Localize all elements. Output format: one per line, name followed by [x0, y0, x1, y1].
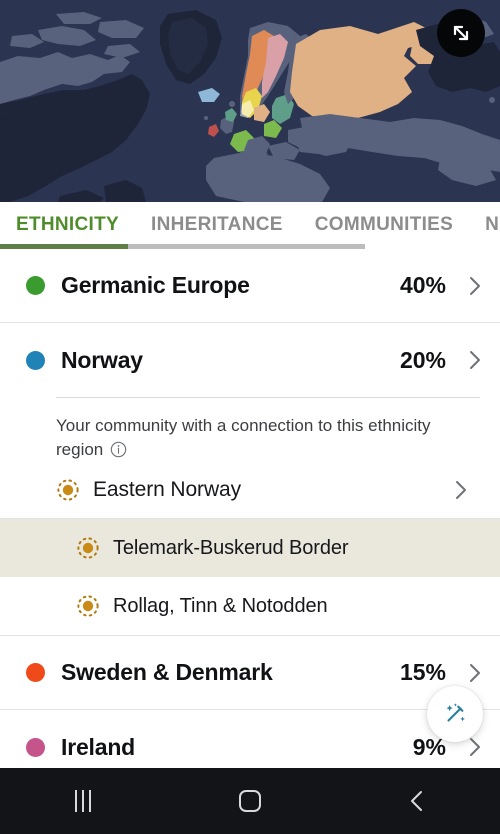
expand-map-button[interactable]	[437, 9, 485, 57]
tab-communities[interactable]: COMMUNITIES	[315, 202, 453, 247]
ethnicity-color-dot	[26, 350, 45, 370]
chevron-right-icon	[470, 276, 480, 295]
tab-scroll-thumb[interactable]	[0, 244, 128, 249]
ethnicity-list: Germanic Europe 40% Norway 20% Your comm…	[0, 249, 500, 784]
ethnicity-row-germanic-europe[interactable]: Germanic Europe 40%	[0, 249, 500, 323]
community-dotted-circle-icon	[77, 595, 99, 617]
tab-ethnicity[interactable]: ETHNICITY	[16, 202, 119, 247]
chevron-right-icon	[470, 738, 480, 756]
tab-scroll-track[interactable]	[0, 244, 365, 249]
tab-list[interactable]: ETHNICITY INHERITANCE COMMUNITIES NEX	[0, 202, 500, 247]
ethnicity-row-norway[interactable]: Norway 20%	[0, 323, 500, 397]
community-divider	[56, 397, 480, 398]
app-root: ETHNICITY INHERITANCE COMMUNITIES NEX Ge…	[0, 0, 500, 834]
ethnicity-name: Ireland	[61, 733, 136, 760]
chevron-right-icon	[456, 481, 466, 499]
chevron-right-icon	[470, 663, 480, 682]
ethnicity-percent: 40%	[399, 272, 446, 298]
community-label: Telemark-Buskerud Border	[113, 536, 349, 559]
community-section: Your community with a connection to this…	[0, 397, 500, 518]
ethnicity-percent: 15%	[399, 659, 446, 685]
nav-recents-button[interactable]	[0, 768, 167, 834]
community-label: Eastern Norway	[93, 478, 241, 501]
community-dotted-circle-icon	[57, 479, 79, 501]
expand-arrows-icon	[453, 25, 469, 41]
ethnicity-name: Sweden & Denmark	[61, 659, 273, 685]
tab-inheritance[interactable]: INHERITANCE	[151, 202, 283, 247]
android-nav-bar	[0, 768, 500, 834]
chevron-right-icon	[470, 351, 480, 369]
tab-bar: ETHNICITY INHERITANCE COMMUNITIES NEX	[0, 202, 500, 249]
recents-icon	[75, 790, 92, 812]
community-note: Your community with a connection to this…	[56, 400, 476, 462]
nav-back-button[interactable]	[333, 768, 500, 834]
ethnicity-color-dot	[26, 276, 45, 295]
info-circle-icon[interactable]	[110, 441, 127, 458]
ethnicity-row-sweden-denmark[interactable]: Sweden & Denmark 15%	[0, 636, 500, 710]
community-row-telemark-buskerud-border[interactable]: Telemark-Buskerud Border	[0, 519, 500, 577]
nav-home-button[interactable]	[167, 768, 334, 834]
community-row-eastern-norway[interactable]: Eastern Norway	[56, 462, 480, 518]
ethnicity-color-dot	[26, 737, 45, 757]
community-dotted-circle-icon	[77, 537, 99, 559]
ai-assist-fab[interactable]	[427, 686, 483, 742]
ethnicity-color-dot	[26, 663, 45, 682]
tab-next[interactable]: NEX	[485, 202, 500, 247]
world-map-graphic	[0, 0, 500, 202]
home-icon	[239, 790, 261, 812]
magic-wand-sparkle-icon	[446, 703, 465, 722]
ethnicity-name: Norway	[61, 346, 143, 373]
ethnicity-percent: 20%	[399, 346, 446, 373]
community-label: Rollag, Tinn & Notodden	[113, 594, 328, 617]
back-icon	[410, 791, 422, 811]
community-row-rollag-tinn-notodden[interactable]: Rollag, Tinn & Notodden	[0, 577, 500, 635]
map-header[interactable]	[0, 0, 500, 202]
ethnicity-name: Germanic Europe	[61, 272, 250, 298]
